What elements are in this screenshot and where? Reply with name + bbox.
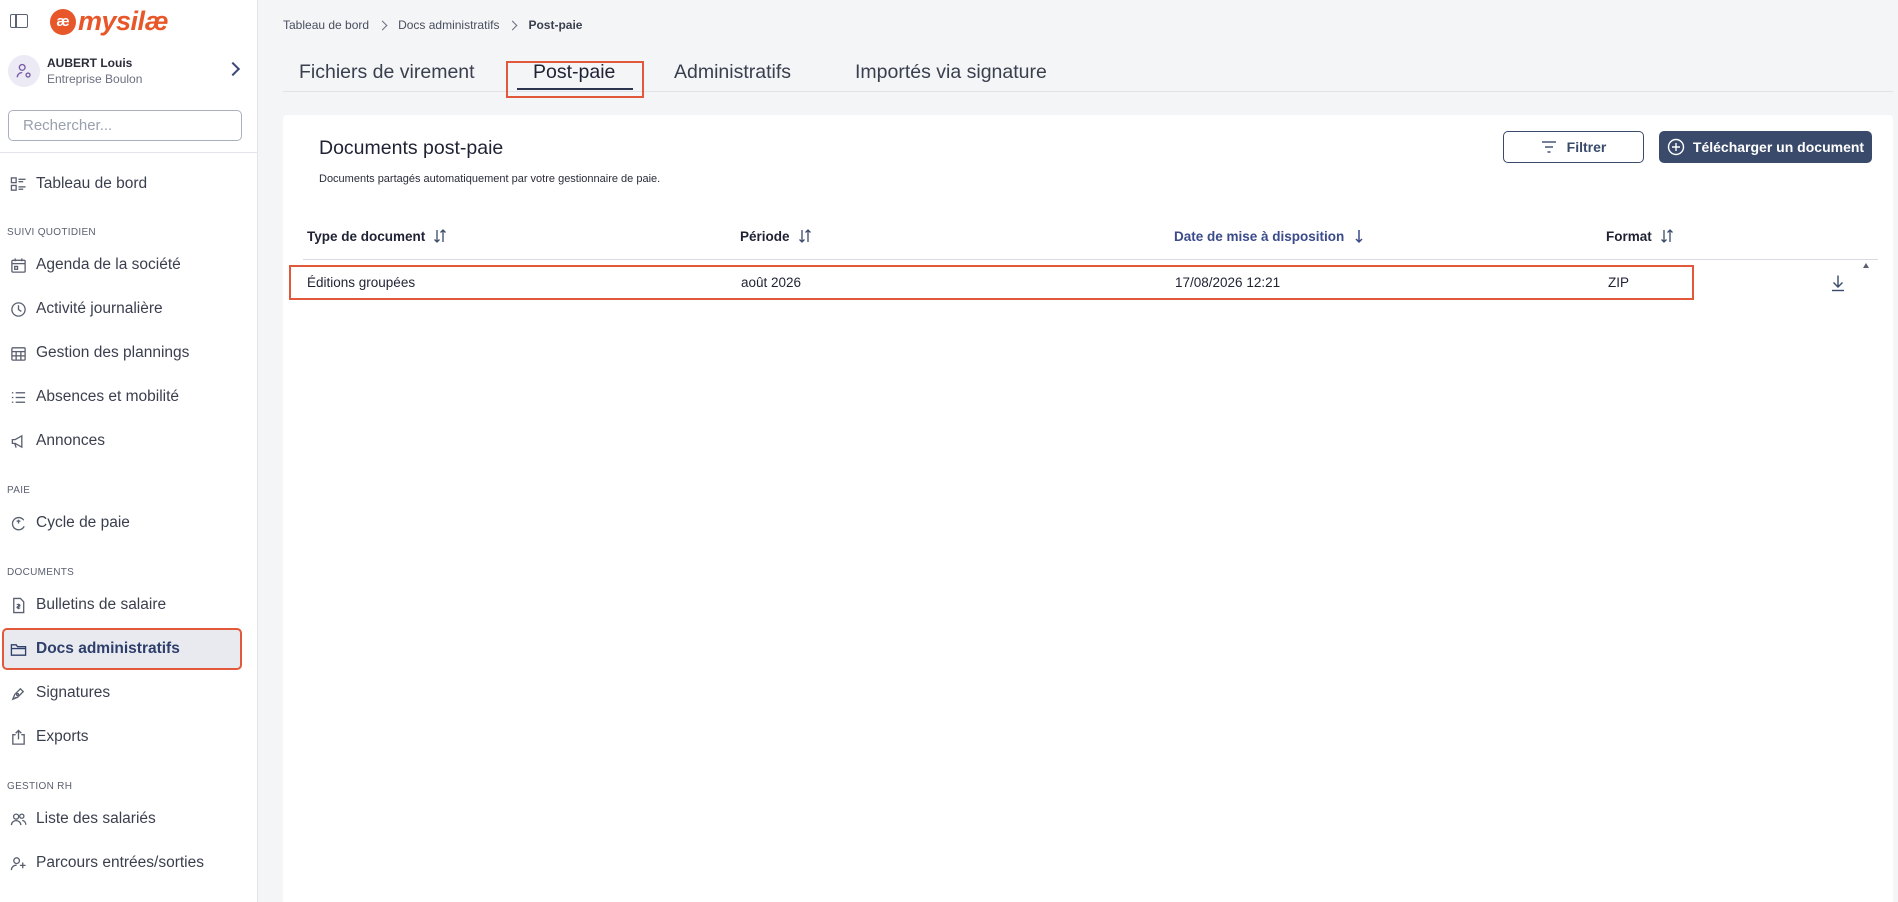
upload-button-label: Télécharger un document bbox=[1692, 139, 1865, 155]
column-header-period[interactable]: Période bbox=[740, 228, 812, 244]
column-header-label: Période bbox=[740, 228, 790, 244]
breadcrumb-link-admin-docs[interactable]: Docs administratifs bbox=[398, 18, 499, 32]
megaphone-icon bbox=[11, 434, 23, 448]
sidebar-item-plannings[interactable]: Gestion des plannings bbox=[4, 334, 240, 372]
sidebar-item-label: Exports bbox=[36, 728, 89, 745]
logo-badge: æ bbox=[50, 8, 76, 35]
sidebar-item-dashboard[interactable]: Tableau de bord bbox=[4, 165, 240, 203]
download-icon[interactable] bbox=[1830, 274, 1846, 292]
sidebar-item-employees[interactable]: Liste des salariés bbox=[4, 800, 240, 838]
sidebar-item-signatures[interactable]: Signatures bbox=[4, 674, 240, 712]
cell-date: 17/08/2026 12:21 bbox=[1175, 275, 1281, 290]
sidebar-item-activity[interactable]: Activité journalière bbox=[4, 290, 240, 328]
sidebar-item-announcements[interactable]: Annonces bbox=[4, 422, 240, 460]
list-icon bbox=[11, 391, 26, 403]
column-header-label: Type de document bbox=[307, 228, 426, 244]
filter-icon bbox=[1541, 141, 1556, 153]
card-subtitle: Documents partagés automatiquement par v… bbox=[319, 173, 661, 185]
column-header-label: Date de mise à disposition bbox=[1174, 228, 1345, 244]
section-label-daily: SUIVI QUOTIDIEN bbox=[7, 227, 96, 238]
user-plus-icon bbox=[10, 856, 26, 870]
calendar-icon bbox=[11, 257, 26, 273]
cell-type: Éditions groupées bbox=[307, 275, 416, 290]
sort-icon bbox=[798, 229, 811, 243]
table-row[interactable] bbox=[289, 265, 1694, 300]
filter-button[interactable]: Filtrer bbox=[1503, 131, 1644, 163]
sidebar-item-label: Cycle de paie bbox=[36, 514, 130, 531]
user-company: Entreprise Boulon bbox=[47, 72, 143, 86]
clock-icon bbox=[11, 301, 26, 317]
sidebar-item-label: Activité journalière bbox=[36, 300, 163, 317]
breadcrumb: Tableau de bord Docs administratifs Post… bbox=[283, 18, 582, 32]
sidebar-item-paycycle[interactable]: Cycle de paie bbox=[4, 504, 240, 542]
sidebar-item-label: Annonces bbox=[36, 432, 105, 449]
pen-icon bbox=[11, 687, 25, 700]
sidebar-item-label: Tableau de bord bbox=[36, 175, 148, 192]
cell-period: août 2026 bbox=[741, 275, 802, 290]
column-header-date[interactable]: Date de mise à disposition bbox=[1174, 228, 1366, 244]
user-settings-icon bbox=[16, 63, 31, 78]
payslip-icon bbox=[13, 597, 25, 613]
divider bbox=[0, 152, 258, 153]
sidebar-item-exports[interactable]: Exports bbox=[4, 718, 240, 756]
sidebar: æ mysilæ AUBERT Louis Entreprise Boulon … bbox=[0, 0, 258, 902]
tab-transfer-files[interactable]: Fichiers de virement bbox=[299, 61, 475, 84]
column-header-format[interactable]: Format bbox=[1606, 228, 1674, 244]
sidebar-item-label: Bulletins de salaire bbox=[36, 596, 167, 613]
scroll-up-arrow-icon[interactable] bbox=[1863, 263, 1869, 268]
sidebar-item-label: Parcours entrées/sorties bbox=[36, 854, 204, 871]
plus-circle-icon bbox=[1667, 138, 1685, 156]
logo[interactable]: æ mysilæ bbox=[50, 6, 169, 37]
avatar bbox=[8, 55, 40, 87]
breadcrumb-current: Post-paie bbox=[528, 18, 583, 32]
search-input[interactable] bbox=[8, 110, 242, 141]
dashboard-icon bbox=[10, 176, 26, 191]
sidebar-header: æ mysilæ bbox=[0, 0, 257, 42]
sidebar-item-label: Agenda de la société bbox=[36, 256, 181, 273]
card-title: Documents post-paie bbox=[319, 137, 504, 159]
chevron-right-icon bbox=[377, 20, 388, 30]
cell-format: ZIP bbox=[1608, 275, 1630, 290]
sidebar-item-onboarding[interactable]: Parcours entrées/sorties bbox=[4, 844, 240, 882]
section-label-hr: GESTION RH bbox=[7, 781, 73, 792]
section-label-documents: DOCUMENTS bbox=[7, 567, 75, 578]
tab-administratifs[interactable]: Administratifs bbox=[674, 61, 791, 84]
upload-document-button[interactable]: Télécharger un document bbox=[1659, 131, 1872, 163]
table-header-divider bbox=[303, 259, 1878, 260]
breadcrumb-link-dashboard[interactable]: Tableau de bord bbox=[283, 18, 369, 32]
sidebar-item-payslips[interactable]: Bulletins de salaire bbox=[4, 586, 240, 624]
grid-calendar-icon bbox=[11, 346, 26, 361]
sidebar-item-label: Absences et mobilité bbox=[36, 388, 180, 405]
users-icon bbox=[10, 812, 27, 825]
cycle-icon bbox=[11, 516, 25, 530]
sidebar-item-agenda[interactable]: Agenda de la société bbox=[4, 246, 240, 284]
sort-icon bbox=[434, 229, 447, 243]
user-name: AUBERT Louis bbox=[47, 56, 133, 70]
folder-icon bbox=[10, 643, 27, 656]
logo-text: mysilæ bbox=[78, 6, 169, 36]
sidebar-item-absences[interactable]: Absences et mobilité bbox=[4, 378, 240, 416]
documents-card: Documents post-paie Documents partagés a… bbox=[283, 115, 1893, 902]
export-icon bbox=[12, 728, 25, 745]
sidebar-item-label: Signatures bbox=[36, 684, 111, 701]
column-header-type[interactable]: Type de document bbox=[307, 228, 447, 244]
chevron-right-icon bbox=[508, 20, 518, 30]
sidebar-item-label: Liste des salariés bbox=[36, 810, 156, 827]
section-label-payroll: PAIE bbox=[7, 485, 31, 496]
user-profile[interactable]: AUBERT Louis Entreprise Boulon bbox=[0, 50, 258, 94]
active-tab-highlight bbox=[506, 61, 644, 98]
filter-button-label: Filtrer bbox=[1566, 139, 1607, 155]
sort-icon bbox=[1660, 229, 1673, 243]
tab-imported-signature[interactable]: Importés via signature bbox=[855, 61, 1047, 84]
column-header-label: Format bbox=[1606, 228, 1652, 244]
chevron-right-icon[interactable] bbox=[225, 61, 241, 77]
sidebar-item-admin-docs[interactable]: Docs administratifs bbox=[2, 628, 242, 670]
sidebar-item-label: Gestion des plannings bbox=[36, 344, 190, 361]
sort-descending-icon bbox=[1355, 230, 1363, 244]
sidebar-toggle-icon[interactable] bbox=[10, 14, 28, 28]
sidebar-item-label: Docs administratifs bbox=[36, 640, 180, 657]
